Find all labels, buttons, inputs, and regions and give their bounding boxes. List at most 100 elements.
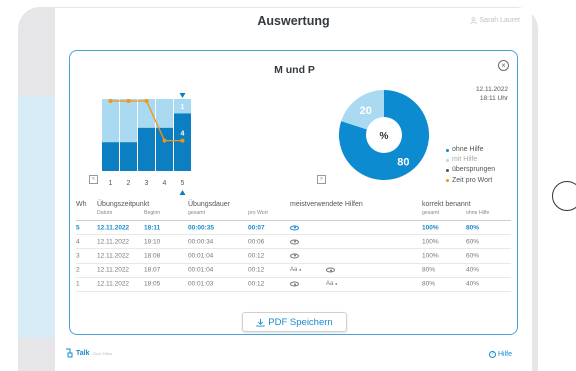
col-hilfen: meistverwendete Hilfen — [290, 201, 363, 208]
pie-center-label: % — [380, 131, 389, 142]
talk-logo-icon — [66, 348, 73, 358]
letters-icon: Aa ● — [326, 281, 338, 288]
cell-beginn: 18:11 — [144, 224, 161, 232]
cell-beginn: 18:08 — [144, 252, 161, 260]
cell-k-gesamt: 80% — [422, 280, 436, 288]
col-wh: Wh — [76, 201, 87, 208]
help-link[interactable]: ? Hilfe — [489, 351, 512, 358]
download-icon — [256, 318, 265, 327]
col-gesamt: gesamt — [188, 210, 206, 216]
bar-mit-hilfe — [156, 99, 173, 128]
pie-slice-label: 80 — [397, 157, 409, 169]
legend-label: übersprungen — [452, 166, 496, 174]
line-point — [126, 99, 131, 103]
legend-item: übersprungen — [446, 165, 495, 175]
table-subheader: Datum Beginn gesamt pro Wort gesamt ohne… — [76, 210, 511, 218]
bar-ohne-hilfe — [156, 127, 173, 171]
cell-k-gesamt: 80% — [422, 266, 436, 274]
table-body: 5 12.11.2022 18:11 00:00:35 00:07 100% 80% 4 12.… — [76, 221, 511, 292]
cell-k-ohne: 40% — [466, 266, 480, 274]
x-tick-label: 1 — [109, 180, 113, 187]
table-row[interactable]: 5 12.11.2022 18:11 00:00:35 00:07 100% 80% — [76, 221, 511, 236]
app-stage: Auswertung Sarah Lauret M und P × 12.11.… — [0, 0, 576, 371]
legend-item: mit Hilfe — [446, 155, 495, 165]
user-menu[interactable]: Sarah Lauret — [469, 17, 520, 24]
legend-item: Zeit pro Wort — [446, 176, 495, 186]
cell-pro-wort: 00:06 — [248, 238, 265, 246]
pie-slice-label: 20 — [360, 105, 372, 117]
home-button[interactable] — [552, 181, 576, 211]
bar-ohne-hilfe — [102, 142, 119, 171]
cell-datum: 12.11.2022 — [97, 224, 130, 232]
selected-bottom-marker — [179, 190, 186, 195]
cell-datum: 12.11.2022 — [97, 280, 130, 288]
col-uebungsdauer: Übungsdauer — [188, 201, 231, 208]
bar-chart-svg: 1 2 3 4 5 1 4 — [102, 93, 191, 195]
pie-chart: 80 20% — [328, 85, 448, 202]
cell-gesamt: 00:01:04 — [188, 252, 214, 260]
line-point — [108, 99, 113, 103]
session-date: 12.11.2022 — [475, 86, 508, 93]
bar-ohne-hilfe — [120, 142, 137, 171]
letters-icon: Aa ● — [290, 267, 302, 274]
col-korrekt-ohne: ohne Hilfe — [466, 210, 490, 216]
dialog-title: M und P — [274, 64, 315, 76]
x-tick-label: 2 — [127, 180, 131, 187]
x-tick-label: 4 — [163, 180, 167, 187]
cell-pro-wort: 00:12 — [248, 280, 265, 288]
cell-beginn: 18:05 — [144, 280, 161, 288]
pdf-save-button[interactable]: PDF Speichern — [242, 312, 347, 332]
cell-wh: 4 — [76, 238, 80, 246]
top-bar: Auswertung Sarah Lauret — [55, 8, 532, 36]
cell-wh: 3 — [76, 252, 80, 260]
cell-k-ohne: 40% — [466, 280, 480, 288]
table-header: Wh Übungszeitpunkt Übungsdauer meistverw… — [76, 201, 511, 210]
bar-mit-hilfe — [120, 99, 137, 143]
close-button[interactable]: × — [498, 60, 509, 71]
cell-wh: 2 — [76, 266, 80, 274]
prev-button[interactable]: < — [89, 175, 98, 184]
col-uebungszeitpunkt: Übungszeitpunkt — [97, 201, 150, 208]
cell-k-ohne: 60% — [466, 252, 480, 260]
x-tick-label: 5 — [181, 180, 185, 187]
col-datum: Datum — [97, 210, 113, 216]
app-screen: Auswertung Sarah Lauret M und P × 12.11.… — [55, 8, 532, 371]
user-icon — [469, 17, 477, 24]
col-pro-wort: pro Wort — [248, 210, 268, 216]
legend-item: ohne Hilfe — [446, 145, 495, 155]
selected-bar-label-mid: 4 — [181, 130, 185, 137]
cell-k-gesamt: 100% — [422, 224, 439, 232]
session-time: 18:11 Uhr — [479, 95, 508, 102]
cell-gesamt: 00:00:34 — [188, 238, 214, 246]
bar-chart: 1 2 3 4 5 1 4 < > — [89, 85, 326, 197]
cell-gesamt: 00:01:03 — [188, 280, 214, 288]
help-label: Hilfe — [498, 351, 513, 358]
cell-wh: 5 — [76, 224, 80, 232]
selected-top-marker — [179, 93, 186, 98]
table-row[interactable]: 4 12.11.2022 18:10 00:00:34 00:06 100% 60% — [76, 235, 511, 250]
cell-datum: 12.11.2022 — [97, 238, 130, 246]
legend-dot — [446, 148, 449, 152]
evaluation-dialog: M und P × 12.11.2022 18:11 Uhr 1 2 3 4 5 1 4 <… — [69, 50, 518, 335]
line-point — [144, 99, 149, 103]
bar-mit-hilfe — [102, 99, 119, 143]
cell-pro-wort: 00:12 — [248, 266, 265, 274]
table-row[interactable]: 3 12.11.2022 18:08 00:01:04 00:12 100% 60% — [76, 249, 511, 264]
session-datetime: 12.11.2022 18:11 Uhr — [458, 85, 508, 103]
cell-datum: 12.11.2022 — [97, 252, 130, 260]
logo-text: Talk — [76, 349, 90, 357]
legend-label: mit Hilfe — [452, 156, 478, 164]
next-button[interactable]: > — [317, 175, 326, 184]
cell-gesamt: 00:00:35 — [188, 224, 215, 232]
table-row[interactable]: 1 12.11.2022 18:05 00:01:03 00:12 Aa ● 80% 40% — [76, 278, 511, 292]
legend-label: Zeit pro Wort — [452, 176, 493, 184]
x-tick-label: 3 — [145, 180, 149, 187]
col-korrekt: korrekt benannt — [422, 201, 471, 208]
table-row[interactable]: 2 12.11.2022 18:07 00:01:04 00:12 Aa ● 80% 40% — [76, 264, 511, 278]
cell-beginn: 18:07 — [144, 266, 161, 274]
cell-pro-wort: 00:07 — [248, 224, 265, 232]
logo-subtext: Click Editor — [92, 350, 113, 356]
bar-ohne-hilfe — [138, 127, 155, 171]
pdf-save-label: PDF Speichern — [268, 316, 333, 328]
page-title: Auswertung — [257, 14, 330, 28]
